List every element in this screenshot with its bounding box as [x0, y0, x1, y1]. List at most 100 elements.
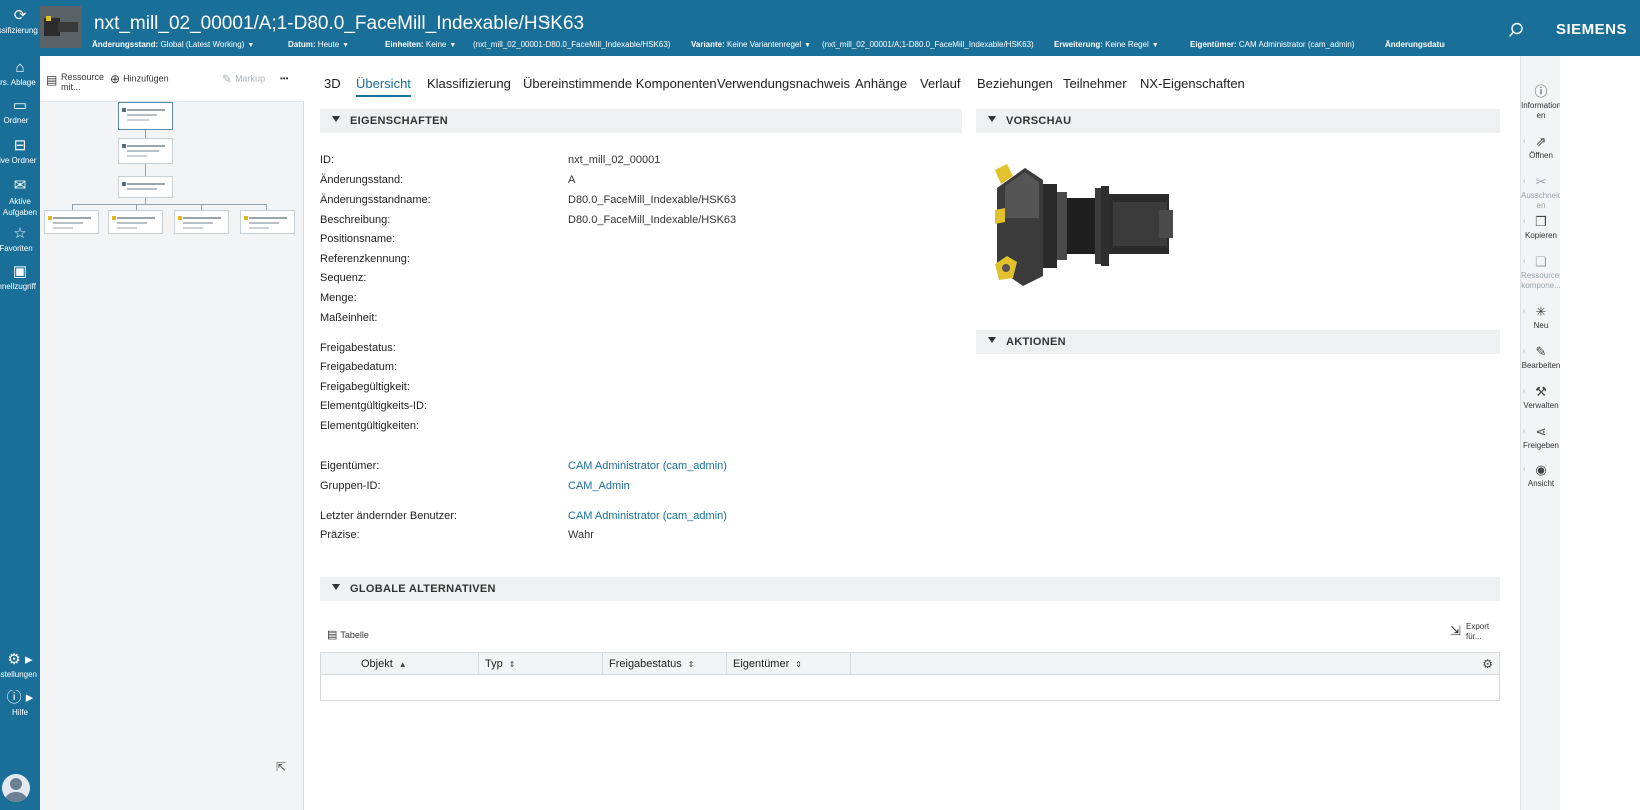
command-copy[interactable]: ❐ Kopieren: [1521, 214, 1561, 241]
table-header: Objekt ▲ Typ ⇕ Freigabestatus ⇕ Eigentümer ⇕…: [321, 653, 1499, 675]
star-icon: ☆: [13, 226, 27, 242]
tree-node-assembly[interactable]: [118, 176, 173, 198]
property-label: Freigabedatum:: [320, 361, 398, 373]
collapse-triangle-icon: [988, 116, 996, 122]
command-share[interactable]: ⋖ Freigeben: [1521, 424, 1561, 451]
command-label: Ressourcen kompone...: [1521, 271, 1561, 290]
structure-toolbar: ▤ Ressource mit... ⊕ Hinzufügen ✎ Markup •…: [40, 56, 304, 102]
collapse-panel-icon[interactable]: ⇱: [276, 760, 286, 774]
column-header-object[interactable]: Objekt ▲: [321, 653, 479, 675]
nav-label: Einstellungen: [0, 670, 38, 679]
command-label: Öffnen: [1529, 151, 1553, 160]
structure-panel: ▤ Ressource mit... ⊕ Hinzufügen ✎ Markup •…: [40, 56, 304, 810]
add-button[interactable]: ⊕ Hinzufügen: [110, 72, 169, 86]
tree-node-root[interactable]: [118, 102, 173, 130]
property-value-link[interactable]: CAM_Admin: [568, 480, 630, 492]
chevron-left-icon: ‹: [1523, 178, 1526, 185]
meta-owner: Eigentümer: CAM Administrator (cam_admin…: [1190, 40, 1355, 49]
property-label: Präzise:: [320, 529, 360, 541]
property-value: D80.0_FaceMill_Indexable/HSK63: [568, 194, 737, 206]
command-open[interactable]: ⇗ Öffnen: [1521, 134, 1561, 161]
property-label: Gruppen-ID:: [320, 480, 381, 492]
nav-item-folder[interactable]: ▭ Ordner: [0, 98, 40, 126]
property-label: Freigabegültigkeit:: [320, 381, 410, 393]
nav-item-help[interactable]: ⓘ ▸ Hilfe: [0, 690, 40, 718]
property-value: nxt_mill_02_00001: [568, 154, 661, 166]
tab-participants[interactable]: Teilnehmer: [1063, 76, 1127, 91]
property-value-link[interactable]: CAM Administrator (cam_admin): [568, 510, 727, 522]
tree-node-insert-4[interactable]: [240, 210, 295, 234]
structure-tree: [40, 102, 304, 302]
header-bar: nxt_mill_02_00001/A;1-D80.0_FaceMill_Ind…: [40, 0, 1640, 56]
section-properties-header[interactable]: EIGENSCHAFTEN: [320, 109, 962, 133]
meta-change-date: Änderungsdatum: [1385, 40, 1445, 49]
search-icon[interactable]: [1508, 22, 1524, 38]
gear-icon[interactable]: ⚙: [1482, 657, 1493, 671]
chevron-left-icon: ‹: [1523, 466, 1526, 473]
tab-classification[interactable]: Klassifizierung: [427, 76, 511, 91]
meta-units[interactable]: Einheiten: Keine ▼: [385, 40, 456, 49]
meta-extension[interactable]: Erweiterung: Keine Regel ▼: [1054, 40, 1159, 49]
avatar[interactable]: [2, 774, 30, 802]
command-new[interactable]: ✳ Neu: [1521, 304, 1561, 331]
tab-history[interactable]: Verlauf: [920, 76, 960, 91]
nav-label: Ordner: [3, 116, 29, 125]
property-label: Sequenz:: [320, 272, 367, 284]
caret-down-icon: ▼: [1151, 42, 1159, 49]
tab-overview[interactable]: Übersicht: [356, 76, 411, 97]
nav-item-quick-access[interactable]: ▣ Schnellzugriff: [0, 264, 40, 292]
meta-date[interactable]: Datum: Heute ▼: [288, 40, 349, 49]
new-icon: ✳: [1535, 304, 1547, 319]
tree-node-insert-2[interactable]: [108, 210, 163, 234]
section-actions-header[interactable]: AKTIONEN: [976, 330, 1500, 354]
section-preview-header[interactable]: VORSCHAU: [976, 109, 1500, 133]
more-button[interactable]: •••: [280, 74, 288, 83]
resource-icon: ❏: [1535, 254, 1547, 269]
nav-item-settings[interactable]: ⚙ ▸ Einstellungen: [0, 652, 40, 680]
meta-variant[interactable]: Variante: Keine Variantenregel ▼: [691, 40, 811, 49]
section-alternatives-header[interactable]: GLOBALE ALTERNATIVEN: [320, 577, 1500, 601]
tree-node-holder[interactable]: [118, 138, 173, 164]
property-value: D80.0_FaceMill_Indexable/HSK63: [568, 214, 737, 226]
property-label: ID:: [320, 154, 335, 166]
chevron-left-icon: ‹: [1523, 348, 1526, 355]
nav-item-personal-storage[interactable]: ⌂ Pers. Ablage: [0, 60, 40, 88]
tree-node-insert-1[interactable]: [44, 210, 99, 234]
nav-item-active-tasks[interactable]: ✉ Aktive Aufgaben: [0, 178, 40, 218]
tab-nx-properties[interactable]: NX-Eigenschaften: [1140, 76, 1245, 91]
tool-preview-image[interactable]: [995, 158, 1175, 288]
tab-3d[interactable]: 3D: [324, 76, 341, 91]
command-tools[interactable]: ⚒ Verwalten: [1521, 384, 1561, 411]
column-header-type[interactable]: Typ ⇕: [479, 653, 603, 675]
chevron-right-icon[interactable]: ›: [545, 13, 550, 31]
tree-node-insert-3[interactable]: [174, 210, 229, 234]
nav-item-active-folder[interactable]: ⊟ Aktive Ordner: [0, 138, 40, 166]
command-resource[interactable]: ❏ Ressourcen kompone...: [1521, 254, 1561, 291]
command-label: Verwalten: [1523, 401, 1559, 410]
nav-label: Klassifizierung: [0, 26, 38, 35]
command-label: Information en: [1521, 101, 1561, 120]
command-label: Kopieren: [1524, 231, 1558, 240]
property-value-link[interactable]: CAM Administrator (cam_admin): [568, 460, 727, 472]
command-info[interactable]: ⓘ Information en: [1521, 84, 1561, 121]
resource-label[interactable]: Ressource mit...: [61, 72, 104, 92]
nav-item-favorites[interactable]: ☆ Favoriten: [0, 226, 40, 254]
column-header-owner[interactable]: Eigentümer ⇕: [727, 653, 851, 675]
command-eye[interactable]: ◉ Ansicht: [1521, 462, 1561, 489]
sort-icon: ⇕: [795, 660, 802, 669]
resource-button[interactable]: ▤: [46, 73, 60, 87]
command-cut[interactable]: ✂ Ausschneid en: [1521, 174, 1561, 211]
markup-button[interactable]: ✎ Markup: [222, 72, 265, 86]
tab-attachments[interactable]: Anhänge: [855, 76, 907, 91]
tab-relations[interactable]: Beziehungen: [977, 76, 1053, 91]
column-header-release-status[interactable]: Freigabestatus ⇕: [603, 653, 727, 675]
tab-matching-components[interactable]: Übereinstimmende Komponenten: [523, 76, 717, 91]
command-edit[interactable]: ✎ Bearbeiten: [1521, 344, 1561, 371]
object-thumbnail[interactable]: [40, 6, 82, 48]
sort-ascending-icon: ▲: [398, 660, 407, 669]
table-view-toggle[interactable]: ▤ Tabelle: [327, 628, 369, 641]
nav-item-classification[interactable]: ⟳ Klassifizierung: [0, 8, 40, 36]
tab-where-used[interactable]: Verwendungsnachweis: [717, 76, 850, 91]
meta-revision-rule[interactable]: Änderungsstand: Global (Latest Working) ▼: [92, 40, 254, 49]
eye-icon: ◉: [1535, 462, 1547, 477]
